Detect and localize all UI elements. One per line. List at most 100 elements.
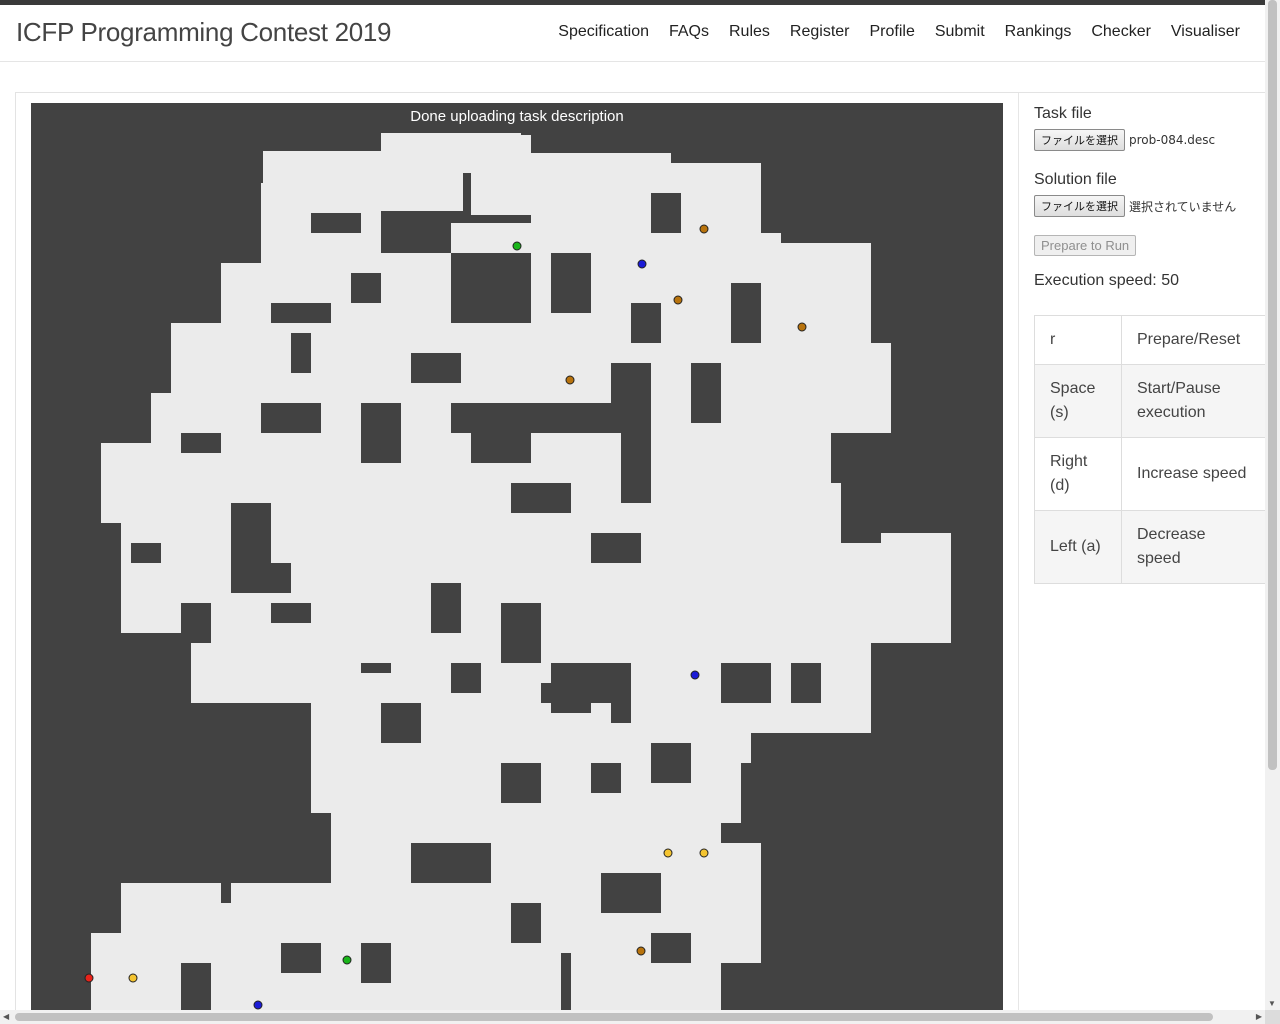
map-wall-cell <box>261 403 321 433</box>
horizontal-scroll-thumb[interactable] <box>15 1013 1213 1021</box>
map-wall-cell <box>311 213 361 233</box>
map-floor-cell <box>651 353 831 503</box>
booster-green-marker <box>512 241 522 251</box>
map-wall-cell <box>181 963 211 1013</box>
booster-brown-marker <box>636 946 646 956</box>
nav-links: Specification FAQs Rules Register Profil… <box>548 23 1250 41</box>
map-wall-cell <box>451 253 531 323</box>
booster-brown-marker <box>673 295 683 305</box>
map-wall-cell <box>181 603 211 643</box>
map-wall-cell <box>601 873 661 913</box>
booster-blue-marker <box>253 1000 263 1010</box>
map-wall-cell <box>651 933 691 963</box>
shortcut-key: Right (d) <box>1034 437 1122 511</box>
status-text: Done uploading task description <box>410 108 624 125</box>
booster-brown-marker <box>699 224 709 234</box>
map-wall-cell <box>591 763 621 793</box>
map-wall-cell <box>721 663 771 703</box>
shortcut-action: Prepare/Reset <box>1121 315 1266 365</box>
nav-profile[interactable]: Profile <box>859 23 924 41</box>
nav-checker[interactable]: Checker <box>1081 23 1161 41</box>
nav-rankings[interactable]: Rankings <box>995 23 1082 41</box>
solution-file-row: ファイルを選択 選択されていません <box>1034 195 1266 217</box>
map-wall-cell <box>231 563 291 593</box>
map-wall-cell <box>361 943 391 983</box>
shortcut-key: Space (s) <box>1034 364 1122 438</box>
solution-file-label: Solution file <box>1034 171 1117 188</box>
task-file-button[interactable]: ファイルを選択 <box>1034 129 1125 151</box>
brand-title[interactable]: ICFP Programming Contest 2019 <box>16 17 392 48</box>
shortcut-row: Left (a) Decrease speed <box>1034 510 1266 584</box>
booster-green-marker <box>342 955 352 965</box>
nav-rules[interactable]: Rules <box>719 23 780 41</box>
vertical-scrollbar[interactable]: ▼ <box>1265 0 1280 1010</box>
map-wall-cell <box>501 603 541 663</box>
map-wall-cell <box>181 433 221 453</box>
prepare-to-run-button[interactable]: Prepare to Run <box>1034 235 1137 256</box>
panel-divider <box>1018 93 1019 1013</box>
nav-submit[interactable]: Submit <box>925 23 995 41</box>
map-wall-cell <box>451 663 481 693</box>
shortcut-key: r <box>1034 315 1122 365</box>
map-floor-cell <box>331 893 471 1013</box>
worker-robot-marker <box>84 973 94 983</box>
nav-specification[interactable]: Specification <box>548 23 659 41</box>
map-floor-cell <box>881 533 951 613</box>
horizontal-scrollbar[interactable]: ◀ ▶ <box>0 1010 1265 1024</box>
solution-file-button[interactable]: ファイルを選択 <box>1034 195 1125 217</box>
shortcut-action: Start/Pause execution <box>1121 364 1266 438</box>
map-floor-cell <box>471 135 531 215</box>
solution-file-name: 選択されていません <box>1129 199 1237 214</box>
map-wall-cell <box>271 303 331 323</box>
control-sidebar: Task file ファイルを選択 prob-084.desc Solution… <box>1034 105 1266 290</box>
shortcut-row: Right (d) Increase speed <box>1034 437 1266 511</box>
map-wall-cell <box>631 303 661 343</box>
shortcut-key: Left (a) <box>1034 510 1122 584</box>
map-wall-cell <box>471 423 531 463</box>
map-wall-cell <box>411 353 461 383</box>
scroll-left-arrow-icon[interactable]: ◀ <box>3 1012 9 1021</box>
map-svg <box>84 133 951 1013</box>
booster-yellow-marker <box>699 848 709 858</box>
map-wall-cell <box>281 943 321 973</box>
map-wall-cell <box>361 403 401 463</box>
booster-blue-marker <box>690 670 700 680</box>
booster-yellow-marker <box>663 848 673 858</box>
nav-visualiser[interactable]: Visualiser <box>1161 23 1250 41</box>
shortcut-action: Decrease speed <box>1121 510 1266 584</box>
map-floor-cell <box>231 883 331 953</box>
booster-yellow-marker <box>128 973 138 983</box>
scroll-down-arrow-icon[interactable]: ▼ <box>1268 999 1276 1008</box>
map-wall-cell <box>501 763 541 803</box>
map-wall-cell <box>591 533 641 563</box>
vertical-scroll-thumb[interactable] <box>1268 0 1277 770</box>
map-wall-cell <box>431 583 461 633</box>
navbar: ICFP Programming Contest 2019 Specificat… <box>0 5 1265 62</box>
shortcut-row: Space (s) Start/Pause execution <box>1034 364 1266 438</box>
task-file-row: ファイルを選択 prob-084.desc <box>1034 129 1266 151</box>
scroll-corner <box>1265 1010 1280 1024</box>
booster-brown-marker <box>797 322 807 332</box>
map-wall-cell <box>731 283 761 343</box>
map-wall-cell <box>271 603 311 623</box>
task-file-name: prob-084.desc <box>1129 133 1216 147</box>
shortcut-action: Increase speed <box>1121 437 1266 511</box>
map-floor-cell <box>571 923 721 1013</box>
nav-register[interactable]: Register <box>780 23 860 41</box>
visualiser-canvas[interactable]: Done uploading task description <box>31 103 1003 1013</box>
map-wall-cell <box>351 273 381 303</box>
scroll-right-arrow-icon[interactable]: ▶ <box>1256 1012 1262 1021</box>
task-file-label: Task file <box>1034 105 1092 122</box>
map-wall-cell <box>591 403 631 433</box>
map-wall-cell <box>791 663 821 703</box>
map-wall-cell <box>551 663 591 713</box>
map-wall-cell <box>511 903 541 943</box>
map-wall-cell <box>551 253 591 313</box>
map-wall-cell <box>411 843 491 883</box>
map-wall-cell <box>131 543 161 563</box>
shortcut-row: r Prepare/Reset <box>1034 315 1266 365</box>
map-wall-cell <box>291 333 311 373</box>
execution-speed: Execution speed: 50 <box>1034 272 1179 289</box>
map-wall-cell <box>511 483 571 513</box>
nav-faqs[interactable]: FAQs <box>659 23 719 41</box>
